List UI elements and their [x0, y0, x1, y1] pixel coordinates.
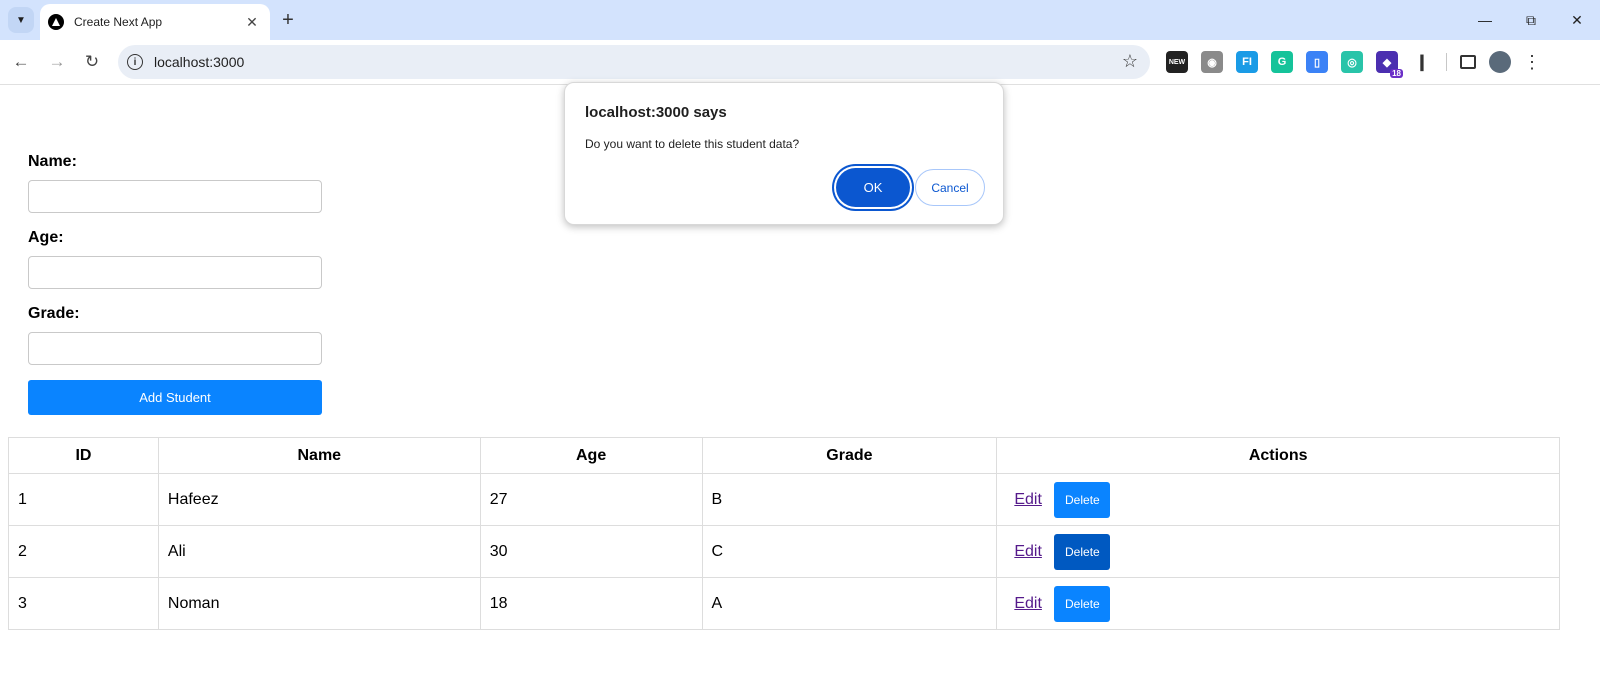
table-header-row: ID Name Age Grade Actions [8, 437, 1560, 474]
nextjs-favicon-icon [48, 14, 64, 30]
cell-age: 27 [479, 473, 703, 526]
header-age: Age [479, 437, 703, 474]
close-window-button[interactable]: ✕ [1554, 0, 1600, 40]
bookmark-star-icon[interactable]: ☆ [1122, 51, 1138, 72]
new-extension-icon[interactable]: NEW [1166, 51, 1188, 73]
fi-extension-icon[interactable]: FI [1236, 51, 1258, 73]
header-grade: Grade [701, 437, 998, 474]
browser-toolbar: ← → ↻ i localhost:3000 ☆ NEW ◉ FI G ▯ ◎ ◆ 18 ❙ ⋮ [0, 40, 1600, 85]
extension-badge: 18 [1390, 69, 1403, 78]
chevron-down-icon: ▼ [16, 14, 26, 26]
cell-id: 2 [8, 525, 159, 578]
target-extension-icon[interactable]: ◎ [1341, 51, 1363, 73]
grade-label: Grade: [28, 305, 80, 322]
cell-actions: Edit Delete [996, 473, 1560, 526]
site-info-icon[interactable]: i [127, 54, 143, 70]
cell-age: 18 [479, 577, 703, 630]
phone-extension-icon[interactable]: ▯ [1306, 51, 1328, 73]
window-controls: — ⧉ ✕ [1462, 0, 1600, 40]
grade-input[interactable] [28, 332, 322, 365]
cell-name: Ali [157, 525, 481, 578]
reload-icon[interactable]: ↻ [79, 49, 105, 75]
edit-link[interactable]: Edit [1014, 491, 1042, 508]
dialog-message: Do you want to delete this student data? [585, 137, 800, 151]
cell-name: Noman [157, 577, 481, 630]
cell-id: 3 [8, 577, 159, 630]
tab-search-button[interactable]: ▼ [8, 7, 34, 33]
restore-button[interactable]: ⧉ [1508, 0, 1554, 40]
table-row: 1 Hafeez 27 B Edit Delete [8, 473, 1560, 526]
browser-tab[interactable]: Create Next App ✕ [40, 4, 270, 40]
delete-button[interactable]: Delete [1054, 585, 1111, 622]
age-label: Age: [28, 229, 64, 246]
grammarly-extension-icon[interactable]: G [1271, 51, 1293, 73]
toolbar-divider [1446, 53, 1447, 71]
cell-grade: C [701, 525, 998, 578]
table-row: 3 Noman 18 A Edit Delete [8, 577, 1560, 630]
edit-link[interactable]: Edit [1014, 543, 1042, 560]
learning-extension-icon[interactable]: ◆ 18 [1376, 51, 1403, 78]
dialog-title: localhost:3000 says [585, 104, 727, 121]
address-url[interactable]: localhost:3000 [154, 54, 244, 70]
cell-age: 30 [479, 525, 703, 578]
back-arrow-icon[interactable]: ← [8, 49, 34, 75]
menu-kebab-icon[interactable]: ⋮ [1523, 52, 1541, 73]
confirm-dialog: localhost:3000 says Do you want to delet… [564, 82, 1004, 225]
cell-name: Hafeez [157, 473, 481, 526]
tab-title: Create Next App [74, 15, 163, 29]
close-tab-icon[interactable]: ✕ [242, 12, 262, 32]
name-input[interactable] [28, 180, 322, 213]
minimize-button[interactable]: — [1462, 0, 1508, 40]
student-form: Name: Age: Grade: Add Student [28, 152, 322, 415]
add-student-button[interactable]: Add Student [28, 380, 322, 415]
header-actions: Actions [996, 437, 1560, 474]
cell-id: 1 [8, 473, 159, 526]
browser-tabbar: ▼ Create Next App ✕ + — ⧉ ✕ [0, 0, 1600, 40]
students-table: ID Name Age Grade Actions 1 Hafeez 27 B … [8, 437, 1560, 630]
table-row: 2 Ali 30 C Edit Delete [8, 525, 1560, 578]
name-label: Name: [28, 153, 77, 170]
address-bar[interactable]: i localhost:3000 ☆ [118, 45, 1150, 79]
delete-button[interactable]: Delete [1054, 533, 1111, 570]
age-input[interactable] [28, 256, 322, 289]
header-name: Name [157, 437, 481, 474]
profile-avatar[interactable] [1489, 51, 1511, 73]
camera-extension-icon[interactable]: ◉ [1201, 51, 1223, 73]
side-panel-icon[interactable] [1460, 55, 1476, 69]
delete-button[interactable]: Delete [1054, 481, 1111, 518]
header-id: ID [8, 437, 159, 474]
forward-arrow-icon[interactable]: → [44, 49, 70, 75]
new-tab-button[interactable]: + [276, 8, 300, 32]
cell-actions: Edit Delete [996, 577, 1560, 630]
extensions-puzzle-icon[interactable]: ❙ [1411, 51, 1433, 73]
cell-grade: A [701, 577, 998, 630]
cell-actions: Edit Delete [996, 525, 1560, 578]
edit-link[interactable]: Edit [1014, 595, 1042, 612]
dialog-ok-button[interactable]: OK [836, 168, 910, 207]
extensions-row: NEW ◉ FI G ▯ ◎ ◆ 18 ❙ ⋮ [1166, 51, 1541, 78]
dialog-cancel-button[interactable]: Cancel [915, 169, 985, 206]
cell-grade: B [701, 473, 998, 526]
